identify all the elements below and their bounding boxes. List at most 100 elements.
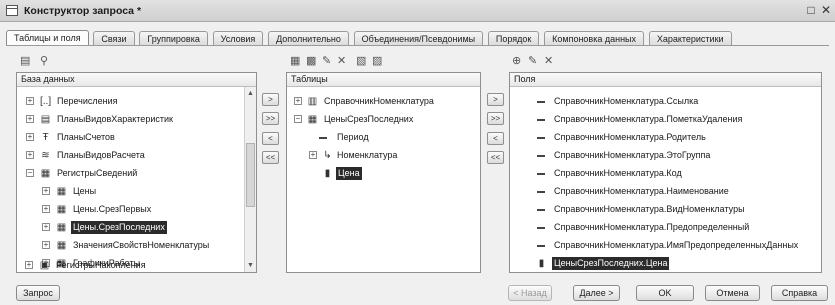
edit-icon[interactable]: ✎ (322, 55, 331, 67)
field-row[interactable]: СправочникНоменклатура.Родитель (510, 131, 820, 144)
field-row[interactable]: СправочникНоменклатура.Предопределенный (510, 221, 820, 234)
field-icon (319, 137, 327, 139)
field-row[interactable]: СправочникНоменклатура.ИмяПредопределенн… (510, 239, 820, 252)
tab-tables-and-fields[interactable]: Таблицы и поля (6, 30, 89, 46)
tab-links[interactable]: Связи (93, 31, 135, 46)
add-field-button[interactable]: > (487, 93, 504, 106)
expand-icon[interactable]: + (25, 261, 33, 269)
field-row-selected[interactable]: ▮ ЦеныСрезПоследних.Цена (510, 257, 820, 270)
resource-field-icon: ▮ (324, 168, 331, 179)
tree-item-prices-first-slice[interactable]: + ▦ Цены.СрезПервых (17, 203, 245, 216)
scroll-thumb[interactable] (246, 143, 255, 207)
tree-item-charts-of-accounts[interactable]: + Ŧ ПланыСчетов (17, 131, 245, 144)
tree-item-enums[interactable]: + [..] Перечисления (17, 95, 245, 108)
tab-order[interactable]: Порядок (487, 31, 540, 46)
tree-item-chart-of-characteristic-types[interactable]: + ▤ ПланыВидовХарактеристик (17, 113, 245, 126)
add-all-button[interactable]: >> (262, 112, 279, 125)
field-label: СправочникНоменклатура.Код (554, 168, 682, 178)
tree-item-accumulation-registers-row[interactable]: + ▣ РегистрыНакопления (16, 259, 244, 272)
tab-advanced[interactable]: Дополнительно (268, 31, 349, 46)
field-row[interactable]: СправочникНоменклатура.ПометкаУдаления (510, 113, 820, 126)
table-field-item[interactable]: + ↳ Номенклатура (287, 149, 477, 162)
database-panel: База данных + [..] Перечисления + ▤ План… (16, 72, 257, 273)
enum-icon: [..] (40, 96, 52, 107)
tree-item-info-registers[interactable]: − ▦ РегистрыСведений (17, 167, 245, 180)
next-button[interactable]: Далее > (573, 285, 620, 301)
remove-all-fields-button[interactable]: << (487, 151, 504, 164)
virtual-table-params-icon[interactable]: ▨ (372, 55, 382, 67)
expand-icon[interactable]: + (26, 97, 34, 105)
tab-unions-aliases[interactable]: Объединения/Псевдонимы (353, 31, 484, 46)
tab-characteristics[interactable]: Характеристики (648, 31, 732, 46)
scroll-down-icon[interactable]: ▼ (245, 260, 256, 271)
field-row[interactable]: СправочникНоменклатура.Код (510, 167, 820, 180)
tree-item-label: ПланыСчетов (57, 132, 115, 142)
tree-item-label: ЗначенияСвойствНоменклатуры (73, 240, 210, 250)
expand-icon[interactable]: + (309, 151, 317, 159)
expand-icon[interactable]: + (26, 151, 34, 159)
field-row[interactable]: СправочникНоменклатура.ЭтоГруппа (510, 149, 820, 162)
expand-icon[interactable]: + (42, 241, 50, 249)
field-icon (537, 119, 545, 121)
remove-selected-button[interactable]: < (262, 132, 279, 145)
table-icon: ▦ (56, 240, 67, 251)
remove-field-button[interactable]: < (487, 132, 504, 145)
tab-conditions[interactable]: Условия (212, 31, 264, 46)
table-field-period[interactable]: Период (287, 131, 477, 144)
field-icon (537, 209, 545, 211)
expand-icon[interactable]: + (42, 223, 50, 231)
tree-item-item-property-values[interactable]: + ▦ ЗначенияСвойствНоменклатуры (17, 239, 245, 252)
tab-bar: Таблицы и поля Связи Группировка Условия… (6, 30, 734, 46)
restore-button[interactable]: □ (804, 3, 818, 17)
field-row[interactable]: СправочникНоменклатура.ВидНоменклатуры (510, 203, 820, 216)
table-item-label-selected: Цена (336, 167, 362, 180)
table-field-price[interactable]: ▮ Цена (287, 167, 477, 180)
list-icon[interactable]: ▤ (20, 55, 30, 67)
field-icon (537, 173, 545, 175)
tree-item-prices[interactable]: + ▦ Цены (17, 185, 245, 198)
scroll-up-icon[interactable]: ▲ (245, 88, 256, 99)
expand-icon[interactable]: + (42, 205, 50, 213)
add-selected-button[interactable]: > (262, 93, 279, 106)
field-icon (537, 191, 545, 193)
add-field-icon[interactable]: ⊕ (512, 55, 521, 67)
field-row[interactable]: СправочникНоменклатура.Ссылка (510, 95, 820, 108)
field-row[interactable]: СправочникНоменклатура.Наименование (510, 185, 820, 198)
remove-all-button[interactable]: << (262, 151, 279, 164)
tab-data-composition[interactable]: Компоновка данных (544, 31, 645, 46)
cancel-button[interactable]: Отмена (705, 285, 760, 301)
find-icon[interactable]: ⚲ (40, 55, 48, 67)
add-all-fields-button[interactable]: >> (487, 112, 504, 125)
resource-field-icon: ▮ (538, 258, 545, 269)
tree-item-prices-last-slice[interactable]: + ▦ Цены.СрезПоследних (17, 221, 245, 234)
table-item-prices-last-slice[interactable]: − ▦ ЦеныСрезПоследних (287, 113, 477, 126)
expand-icon[interactable]: + (294, 97, 302, 105)
expand-icon[interactable]: + (26, 133, 34, 141)
table-item-catalog-items[interactable]: + ▥ СправочникНоменклатура (287, 95, 477, 108)
add-table-icon[interactable]: ▦ (290, 55, 300, 67)
title-bar: Конструктор запроса * □ ✕ (0, 0, 835, 22)
tab-grouping[interactable]: Группировка (139, 31, 208, 46)
delete-field-icon[interactable]: ✕ (544, 55, 553, 67)
collapse-icon[interactable]: − (26, 169, 34, 177)
collapse-icon[interactable]: − (294, 115, 302, 123)
replace-table-icon[interactable]: ▧ (356, 55, 366, 67)
ok-button[interactable]: OK (636, 285, 694, 301)
close-button[interactable]: ✕ (819, 3, 833, 17)
edit-field-icon[interactable]: ✎ (528, 55, 537, 67)
field-label: СправочникНоменклатура.Родитель (554, 132, 706, 142)
tree-item-label: Цены.СрезПервых (73, 204, 152, 214)
field-label: СправочникНоменклатура.Наименование (554, 186, 729, 196)
tree-item-label-selected: Цены.СрезПоследних (71, 221, 167, 234)
add-nested-table-icon[interactable]: ▩ (306, 55, 316, 67)
back-button[interactable]: < Назад (508, 285, 552, 301)
field-label: СправочникНоменклатура.ПометкаУдаления (554, 114, 743, 124)
expand-icon[interactable]: + (42, 187, 50, 195)
expand-icon[interactable]: + (26, 115, 34, 123)
tree-item-chart-of-calculation-types[interactable]: + ≋ ПланыВидовРасчета (17, 149, 245, 162)
query-button[interactable]: Запрос (16, 285, 60, 301)
chart-of-calculation-types-icon: ≋ (41, 150, 50, 161)
help-button[interactable]: Справка (771, 285, 828, 301)
database-scrollbar[interactable]: ▲ ▼ (244, 87, 256, 272)
delete-icon[interactable]: ✕ (337, 55, 346, 67)
